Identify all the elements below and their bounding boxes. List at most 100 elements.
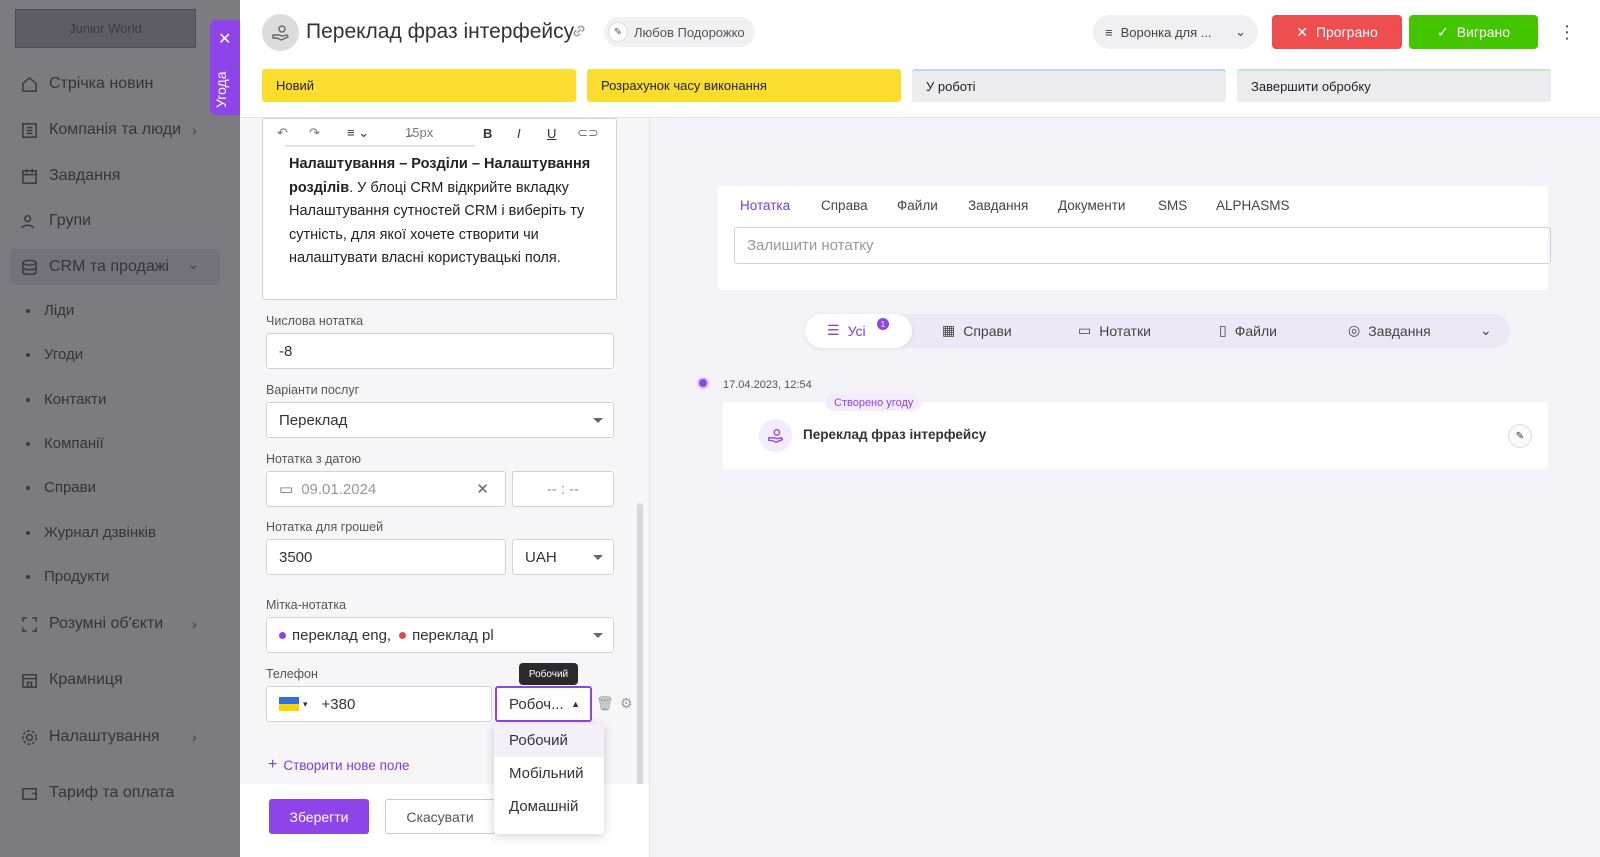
ua-flag-icon[interactable] xyxy=(279,697,299,711)
lost-label: Програно xyxy=(1315,24,1378,40)
chevron-down-icon[interactable]: ⌄ xyxy=(1480,322,1492,339)
filter-cases[interactable]: ▦ Справи xyxy=(942,322,1012,339)
subitem-label: Справи xyxy=(44,479,96,496)
scrollbar[interactable] xyxy=(637,503,643,803)
link-icon[interactable] xyxy=(570,22,588,40)
bold-icon[interactable]: B xyxy=(483,126,492,141)
tab-note[interactable]: Нотатка xyxy=(740,198,790,213)
subitem-label: Компанії xyxy=(44,435,104,452)
stage-new[interactable]: Новий xyxy=(262,69,576,102)
sidebar-item-tasks[interactable]: Завдання xyxy=(20,164,120,188)
sidebar-item-settings[interactable]: Налаштування › xyxy=(20,725,197,749)
chevron-down-icon: › xyxy=(186,264,203,270)
clear-icon[interactable]: ✕ xyxy=(476,480,489,498)
users-icon xyxy=(21,214,35,228)
sidebar-subitem-calls[interactable]: Журнал дзвінків xyxy=(26,524,156,541)
sidebar-subitem-contacts[interactable]: Контакти xyxy=(26,391,106,408)
dropdown-option-mobile[interactable]: Мобільний xyxy=(494,757,604,790)
stage-in-progress[interactable]: У роботі xyxy=(912,69,1226,102)
timeline-filter: ☰ Усі 1 ▦ Справи ▭ Нотатки ▯ Файли ◎ Завдання… xyxy=(805,314,1510,348)
caret-down-icon xyxy=(593,555,603,560)
currency-select[interactable]: UAH xyxy=(512,539,614,575)
dropdown-option-home[interactable]: Домашній xyxy=(494,790,604,823)
sidebar-item-news[interactable]: Стрічка новин xyxy=(20,72,153,96)
rich-text-editor[interactable]: ↶ ↷ ≡ ⌄ 15px ⌄ B I U ⊂⊃ Налаштування – Р… xyxy=(262,118,617,300)
funnel-select[interactable]: ≡ Воронка для ... ⌄ xyxy=(1093,15,1258,49)
italic-icon[interactable]: I xyxy=(517,126,521,141)
numeric-note-input[interactable]: -8 xyxy=(266,333,614,369)
filter-files[interactable]: ▯ Файли xyxy=(1219,322,1277,339)
dropdown-option-work[interactable]: Робочий xyxy=(494,724,604,757)
sidebar-subitem-deals[interactable]: Угоди xyxy=(26,346,83,363)
phone-input[interactable]: ▾ +380 xyxy=(266,686,492,722)
deal-panel-tab[interactable]: ✕ Угода xyxy=(210,20,241,115)
note-input[interactable]: Залишити нотатку xyxy=(734,227,1551,264)
save-button[interactable]: Зберегти xyxy=(269,799,369,834)
stage-label: Розрахунок часу виконання xyxy=(601,78,767,93)
sidebar-item-label: Стрічка новин xyxy=(49,75,154,92)
filter-tasks[interactable]: ◎ Завдання xyxy=(1348,322,1431,339)
caret-down-icon xyxy=(593,418,603,423)
more-icon[interactable]: ⋮ xyxy=(1558,22,1576,43)
redo-icon[interactable]: ↷ xyxy=(309,125,320,141)
phone-type-dropdown: Робочий Мобільний Домашній xyxy=(494,724,604,834)
sidebar-item-smart-objects[interactable]: Розумні об'єкти › xyxy=(20,612,197,636)
deal-icon xyxy=(759,419,792,452)
tag-select[interactable]: переклад eng, переклад pl xyxy=(266,617,614,653)
sidebar-subitem-cases[interactable]: Справи xyxy=(26,479,96,496)
deal-panel: Переклад фраз інтерфейсу ✎ Любов Подорож… xyxy=(240,0,1600,857)
trash-icon[interactable]: 🗑 xyxy=(596,695,614,712)
stage-estimate[interactable]: Розрахунок часу виконання xyxy=(587,69,901,102)
timeline-date: 17.04.2023, 12:54 xyxy=(723,379,812,391)
sidebar-item-crm[interactable]: CRM та продажі › xyxy=(20,255,202,279)
tag-dot xyxy=(279,631,286,639)
tab-sms[interactable]: SMS xyxy=(1158,198,1187,213)
logo: Junior World xyxy=(15,9,196,48)
tag-label: переклад pl xyxy=(412,626,494,644)
gear-icon[interactable]: ⚙ xyxy=(620,695,633,712)
time-input[interactable]: -- : -- xyxy=(512,471,614,507)
link-icon[interactable]: ⊂⊃ xyxy=(577,125,599,141)
sidebar-item-store[interactable]: Крамниця xyxy=(20,668,123,692)
owner-chip[interactable]: ✎ Любов Подорожко xyxy=(604,17,755,47)
align-icon[interactable]: ≡ ⌄ xyxy=(347,125,369,141)
filter-all[interactable]: ☰ Усі 1 xyxy=(805,314,912,348)
underline-icon[interactable]: U xyxy=(547,126,556,141)
cancel-button[interactable]: Скасувати xyxy=(385,799,495,834)
sidebar-subitem-leads[interactable]: Ліди xyxy=(26,302,74,319)
won-button[interactable]: ✓ Виграно xyxy=(1409,15,1538,49)
timeline-item[interactable]: Створено угоду Переклад фраз інтерфейсу … xyxy=(723,394,1548,469)
tab-files[interactable]: Файли xyxy=(897,198,938,213)
create-field-button[interactable]: + Створити нове поле xyxy=(268,756,409,774)
tab-alphasms[interactable]: ALPHASMS xyxy=(1216,198,1290,213)
plus-icon: + xyxy=(268,756,278,773)
sidebar-item-billing[interactable]: Тариф та оплата xyxy=(20,781,174,805)
scan-icon xyxy=(22,616,37,632)
check-circle-icon: ◎ xyxy=(1348,322,1361,338)
tab-tasks[interactable]: Завдання xyxy=(968,198,1028,213)
sidebar-subitem-companies[interactable]: Компанії xyxy=(26,435,104,452)
close-icon[interactable]: ✕ xyxy=(218,29,231,49)
lost-button[interactable]: ✕ Програно xyxy=(1272,15,1402,49)
money-input[interactable]: 3500 xyxy=(266,539,506,575)
tab-documents[interactable]: Документи xyxy=(1058,198,1125,213)
sidebar-item-groups[interactable]: Групи xyxy=(20,209,91,233)
gear-icon xyxy=(22,729,37,745)
subitem-label: Ліди xyxy=(44,302,75,319)
filter-notes[interactable]: ▭ Нотатки xyxy=(1078,322,1151,339)
filter-label: Завдання xyxy=(1368,322,1431,339)
stage-finish[interactable]: Завершити обробку xyxy=(1237,69,1551,102)
timeline-title: Переклад фраз інтерфейсу xyxy=(803,427,987,442)
editor-content[interactable]: Налаштування – Розділи – Налаштування ро… xyxy=(289,153,599,271)
sidebar-subitem-products[interactable]: Продукти xyxy=(26,568,109,585)
undo-icon[interactable]: ↶ xyxy=(277,125,288,141)
sidebar-item-company[interactable]: Компанія та люди › xyxy=(20,118,197,142)
filter-label: Справи xyxy=(963,322,1012,339)
phone-type-select[interactable]: Робоч... ▲ xyxy=(495,686,592,722)
tab-case[interactable]: Справа xyxy=(821,198,868,213)
font-size-select[interactable]: 15px ⌄ xyxy=(405,125,433,141)
date-input[interactable]: ▭ 09.01.2024 ✕ xyxy=(266,471,506,507)
services-select[interactable]: Переклад xyxy=(266,402,614,438)
chevron-right-icon: › xyxy=(192,122,197,138)
deal-icon xyxy=(262,14,299,51)
